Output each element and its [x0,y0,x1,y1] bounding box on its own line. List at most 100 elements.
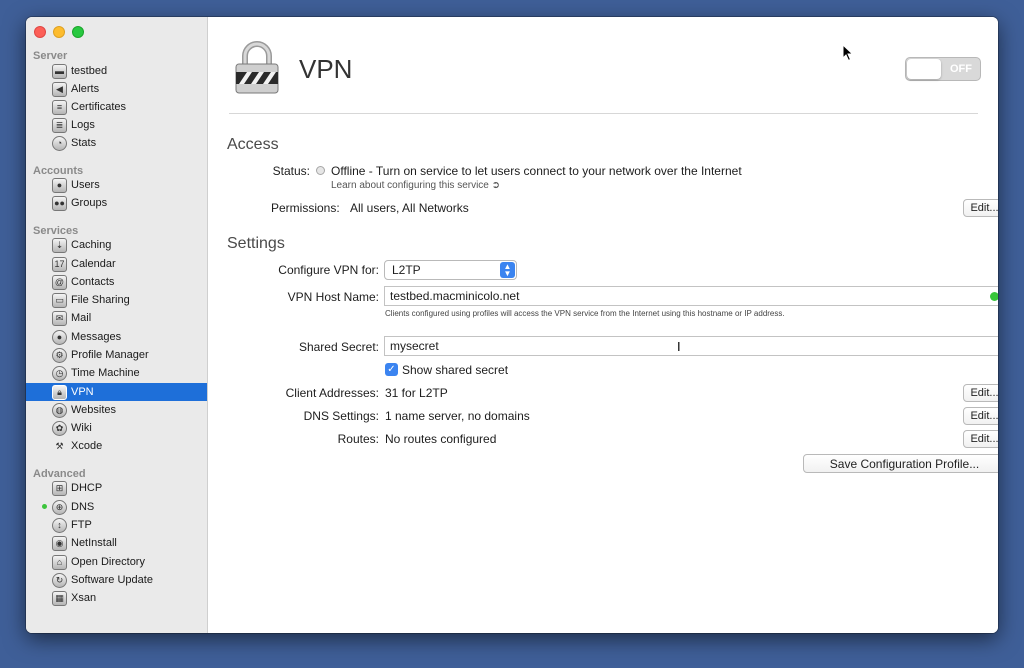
sidebar-item-dhcp[interactable]: ⊞ DHCP [26,479,207,497]
sidebar-item-ftp[interactable]: ↕ FTP [26,516,207,534]
megaphone-icon: ◀ [52,81,67,97]
sidebar-item-testbed[interactable]: ▬ testbed [26,62,207,80]
sidebar-item-certificates[interactable]: ≡ Certificates [26,98,207,116]
section-header-server: Server [33,50,68,62]
folder-icon: ▭ [52,292,67,308]
dhcp-icon: ⊞ [52,480,67,496]
routes-value: No routes configured [385,432,497,446]
sidebar-item-time-machine[interactable]: ◷ Time Machine [26,364,207,382]
certificate-icon: ≡ [52,99,67,115]
vpn-host-name-field[interactable]: testbed.macminicolo.net [384,286,998,306]
shared-secret-field[interactable]: mysecret [384,336,998,356]
sidebar-item-file-sharing[interactable]: ▭ File Sharing [26,291,207,309]
xsan-icon: ▦ [52,590,67,606]
vpn-type-select[interactable]: L2TP ▲ ▼ [384,260,517,280]
sidebar-item-label: DNS [71,501,95,513]
sidebar-item-profile-manager[interactable]: ⚙ Profile Manager [26,346,207,364]
sidebar-item-alerts[interactable]: ◀ Alerts [26,80,207,98]
sidebar-item-logs[interactable]: ≣ Logs [26,116,207,134]
sidebar-item-messages[interactable]: ● Messages [26,328,207,346]
dns-settings-edit-button[interactable]: Edit... [963,407,998,425]
routes-edit-button[interactable]: Edit... [963,430,998,448]
close-button[interactable] [34,26,46,38]
configure-vpn-label: Configure VPN for: [278,263,379,277]
sidebar-item-label: Mail [71,312,92,324]
sidebar-item-label: Messages [71,331,122,343]
sidebar-item-stats[interactable]: ◔ Stats [26,134,207,152]
sidebar-item-label: Wiki [71,422,92,434]
shared-secret-label: Shared Secret: [298,340,379,354]
sidebar-item-users[interactable]: ● Users [26,176,207,194]
sidebar-item-label: File Sharing [71,294,130,306]
sidebar-item-label: NetInstall [71,537,117,549]
dns-icon: ⊕ [52,499,67,515]
sidebar-item-label: Caching [71,239,112,251]
server-icon: ▬ [52,63,67,79]
header-divider [229,113,978,114]
contacts-icon: @ [52,274,67,290]
zoom-button[interactable] [72,26,84,38]
offline-status-indicator [316,166,325,175]
dns-settings-label: DNS Settings: [303,409,379,423]
sidebar-item-calendar[interactable]: 17 Calendar [26,255,207,273]
sidebar-item-software-update[interactable]: ↻ Software Update [26,571,207,589]
sidebar-item-groups[interactable]: ●● Groups [26,194,207,212]
select-arrows-icon: ▲ ▼ [500,262,515,278]
caching-icon: ⇣ [52,237,67,253]
routes-label: Routes: [337,432,379,446]
sidebar-item-label: Open Directory [71,556,145,568]
sidebar-item-label: Logs [71,119,95,131]
toggle-state-label: OFF [950,63,972,75]
document-icon: ≣ [52,117,67,133]
mouse-pointer-icon [842,44,854,62]
sidebar-item-label: Alerts [71,83,100,95]
sidebar-item-label: Profile Manager [71,349,149,361]
group-icon: ●● [52,195,67,211]
service-toggle[interactable]: OFF [905,57,981,81]
client-addresses-edit-button[interactable]: Edit... [963,384,998,402]
sidebar-item-wiki[interactable]: ✿ Wiki [26,419,207,437]
sidebar-item-xcode[interactable]: ⚒ Xcode [26,437,207,455]
dns-settings-value: 1 name server, no domains [385,409,530,423]
vpn-lock-icon: 🔒︎ [52,384,67,400]
sidebar-item-websites[interactable]: ◍ Websites [26,401,207,419]
sidebar-item-xsan[interactable]: ▦ Xsan [26,589,207,607]
vpn-host-name-label: VPN Host Name: [287,290,379,304]
hammer-icon: ⚒ [55,440,64,451]
sidebar-item-label: Xcode [71,440,103,452]
open-directory-icon: ⌂ [52,554,67,570]
settings-heading: Settings [227,235,285,252]
sidebar-item-label: Groups [71,197,108,209]
sidebar-item-mail[interactable]: ✉ Mail [26,309,207,327]
vpn-type-value: L2TP [392,263,421,277]
show-secret-label: Show shared secret [402,363,509,377]
netinstall-icon: ◉ [52,535,67,551]
running-status-dot [42,504,47,509]
sidebar-item-label: Calendar [71,258,116,270]
toggle-knob [907,59,941,79]
save-configuration-profile-button[interactable]: Save Configuration Profile... [803,454,998,473]
sidebar-item-label: Stats [71,137,97,149]
text-cursor-icon: I [677,339,681,354]
sidebar-item-open-directory[interactable]: ⌂ Open Directory [26,553,207,571]
show-secret-checkbox[interactable]: ✓ [385,363,398,376]
minimize-button[interactable] [53,26,65,38]
sidebar-item-contacts[interactable]: @ Contacts [26,273,207,291]
sidebar-item-netinstall[interactable]: ◉ NetInstall [26,534,207,552]
sidebar-item-label: Time Machine [71,367,140,379]
sidebar-item-caching[interactable]: ⇣ Caching [26,236,207,254]
learn-more-link[interactable]: Learn about configuring this service ➲ [331,180,500,191]
user-icon: ● [52,177,67,193]
permissions-edit-button[interactable]: Edit... [963,199,998,217]
host-name-hint: Clients configured using profiles will a… [385,309,785,318]
learn-more-text: Learn about configuring this service [331,180,489,191]
software-update-icon: ↻ [52,572,67,588]
client-addresses-value: 31 for L2TP [385,386,448,400]
sidebar-item-vpn[interactable]: 🔒︎ VPN [26,383,207,401]
sidebar: Server ▬ testbed ◀ Alerts ≡ Certificates ≣ L… [26,17,208,633]
window-controls [34,26,84,38]
sidebar-item-dns[interactable]: ⊕ DNS [26,498,207,516]
sidebar-item-label: Users [71,179,100,191]
main-pane: VPN OFF Access Status: Offline - Turn on… [209,17,998,633]
status-value: Offline - Turn on service to let users c… [331,164,742,178]
